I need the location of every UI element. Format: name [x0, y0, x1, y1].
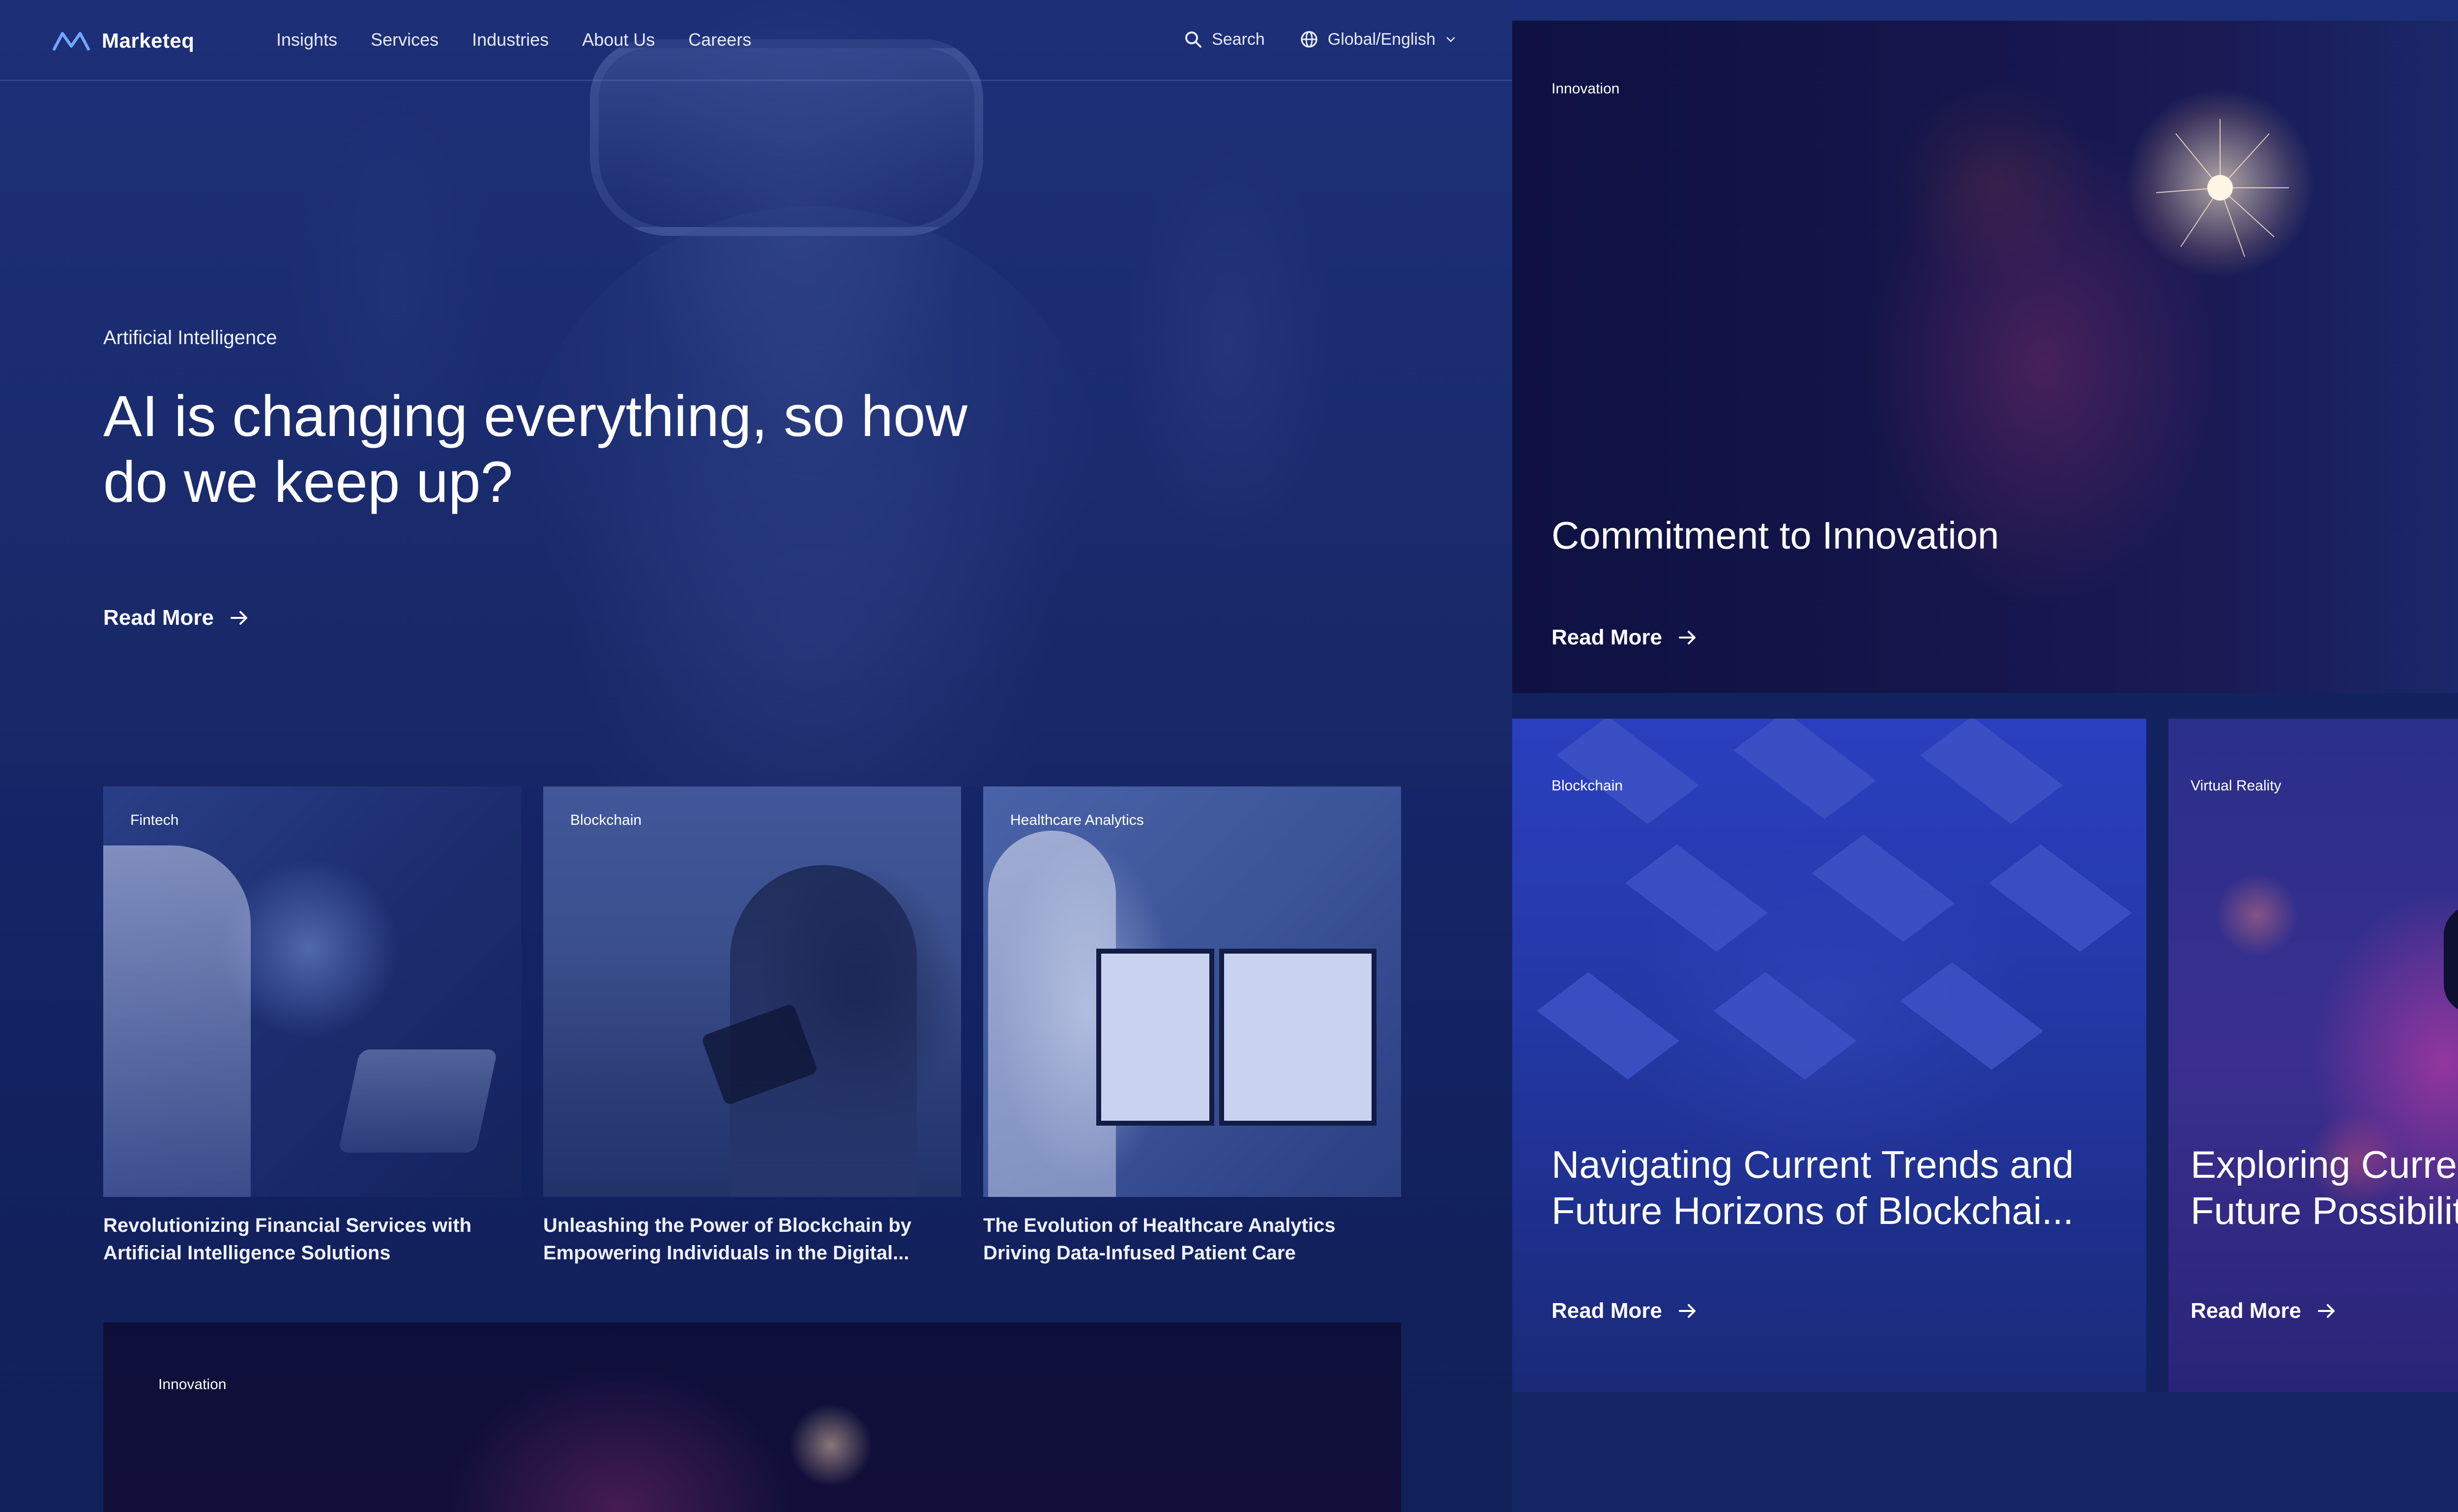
- card-image: Healthcare Analytics: [983, 786, 1401, 1197]
- laptop-visual: [338, 1049, 498, 1153]
- locale-selector[interactable]: Global/English: [1299, 29, 1457, 49]
- nav-link-about-us[interactable]: About Us: [582, 29, 655, 50]
- card-image: Fintech: [103, 786, 521, 1197]
- hero-category: Artificial Intelligence: [103, 327, 277, 349]
- search-label: Search: [1212, 29, 1265, 49]
- cube-visual: [1556, 719, 1699, 824]
- card-tag: Fintech: [130, 812, 179, 828]
- hero-read-more-link[interactable]: Read More: [103, 606, 250, 630]
- read-more-label: Read More: [2191, 1299, 2301, 1323]
- marketeq-logo-icon: [52, 32, 90, 51]
- card-title[interactable]: The Evolution of Healthcare Analytics Dr…: [983, 1212, 1401, 1267]
- tile-tag: Virtual Reality: [2191, 778, 2282, 794]
- tile-title: Commitment to Innovation: [1551, 514, 1999, 557]
- tile-tag: Innovation: [1551, 81, 1620, 97]
- tile-read-more-link[interactable]: Read More: [2191, 1299, 2338, 1323]
- tile-title-line: Future Horizons of Blockchai...: [1551, 1189, 2074, 1232]
- gallery-panel: Innovation Commitment to Innovation Read…: [1512, 0, 2458, 1512]
- article-cards: Fintech Revolutionizing Financial Servic…: [103, 786, 1401, 1268]
- brand[interactable]: Marketeq: [52, 29, 194, 53]
- tile-title: Exploring Curren Future Possibiliti: [2191, 1141, 2458, 1234]
- hero-title: AI is changing everything, so how do we …: [103, 384, 967, 515]
- tile-title-line: Exploring Curren: [2191, 1143, 2458, 1186]
- top-navbar: Marketeq Insights Services Industries Ab…: [0, 0, 1512, 81]
- nav-link-industries[interactable]: Industries: [472, 29, 549, 50]
- cube-visual: [1536, 972, 1680, 1080]
- cube-visual: [1920, 719, 2063, 824]
- article-card-fintech[interactable]: Fintech Revolutionizing Financial Servic…: [103, 786, 521, 1267]
- search-button[interactable]: Search: [1183, 29, 1265, 49]
- vr-headset-visual: [2444, 905, 2458, 1014]
- read-more-label: Read More: [1551, 625, 1662, 649]
- banner-tag: Innovation: [158, 1376, 227, 1393]
- card-image: Blockchain: [543, 786, 961, 1197]
- globe-icon: [1301, 31, 1317, 48]
- article-card-healthcare[interactable]: Healthcare Analytics The Evolution of He…: [983, 786, 1401, 1267]
- cube-visual: [1812, 834, 1955, 942]
- homepage-panel: Marketeq Insights Services Industries Ab…: [0, 0, 1512, 1512]
- cube-visual: [1900, 962, 2044, 1070]
- tile-title-line: Future Possibiliti: [2191, 1189, 2458, 1232]
- tile-innovation[interactable]: Innovation Commitment to Innovation Read…: [1512, 21, 2458, 693]
- monitor-visual: [1219, 949, 1376, 1126]
- tile-title-line: Navigating Current Trends and: [1551, 1143, 2074, 1186]
- nav-links: Insights Services Industries About Us Ca…: [276, 29, 785, 50]
- card-tag: Healthcare Analytics: [1010, 812, 1144, 828]
- read-more-label: Read More: [1551, 1299, 1662, 1323]
- nav-right: Search Global/English: [1183, 29, 1457, 49]
- cube-visual: [1733, 719, 1876, 819]
- tile-blockchain[interactable]: Blockchain Navigating Current Trends and…: [1512, 719, 2146, 1392]
- chevron-down-icon: [1446, 37, 1455, 42]
- nav-link-services[interactable]: Services: [371, 29, 439, 50]
- card-title[interactable]: Unleashing the Power of Blockchain by Em…: [543, 1212, 961, 1267]
- arrow-right-icon: [1678, 1304, 1696, 1318]
- innovation-banner[interactable]: Innovation: [103, 1322, 1401, 1512]
- brand-name: Marketeq: [102, 29, 195, 52]
- robot-visual: [103, 845, 251, 1197]
- sparkler-visual: [2156, 119, 2289, 257]
- article-card-blockchain[interactable]: Blockchain Unleashing the Power of Block…: [543, 786, 961, 1267]
- nav-link-insights[interactable]: Insights: [276, 29, 337, 50]
- read-more-label: Read More: [103, 606, 214, 630]
- tile-title: Navigating Current Trends and Future Hor…: [1551, 1141, 2074, 1234]
- arrow-right-icon: [2317, 1304, 2335, 1318]
- card-tag: Blockchain: [570, 812, 642, 828]
- gallery-top-strip: [1512, 0, 2458, 21]
- search-icon: [1185, 31, 1202, 48]
- tile-virtual-reality[interactable]: Virtual Reality Exploring Curren Future …: [2168, 719, 2458, 1392]
- tile-read-more-link[interactable]: Read More: [1551, 625, 1698, 650]
- cube-visual: [1989, 844, 2132, 952]
- locale-label: Global/English: [1327, 29, 1435, 49]
- card-title[interactable]: Revolutionizing Financial Services with …: [103, 1212, 521, 1267]
- arrow-right-icon: [1678, 631, 1696, 644]
- monitor-visual: [1096, 949, 1214, 1126]
- cube-visual: [1625, 844, 1768, 952]
- tile-read-more-link[interactable]: Read More: [1551, 1299, 1698, 1323]
- arrow-right-icon: [230, 611, 247, 625]
- cube-visual: [1713, 972, 1857, 1080]
- tile-tag: Blockchain: [1551, 778, 1623, 794]
- nav-link-careers[interactable]: Careers: [688, 29, 751, 50]
- gallery-bottom-area: [1512, 1392, 2458, 1512]
